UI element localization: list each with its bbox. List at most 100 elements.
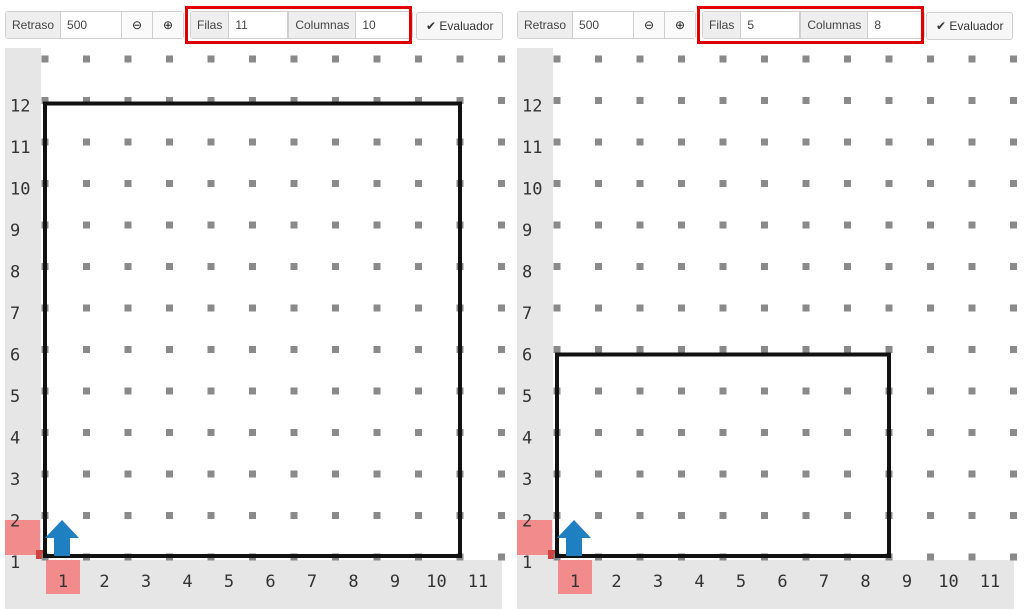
evaluate-button[interactable]: ✔ Evaluador	[416, 12, 504, 40]
grid-dot	[844, 346, 851, 353]
up-arrow-icon	[557, 520, 591, 556]
grid-dot	[166, 138, 173, 146]
plus-circle-icon: ⊕	[675, 18, 686, 32]
x-axis-label: 3	[653, 572, 663, 592]
grid-dot	[595, 387, 602, 395]
grid-dot	[885, 346, 893, 353]
grid-dot	[166, 387, 173, 395]
y-axis-label: 10	[522, 180, 542, 200]
grid-dot	[83, 304, 90, 312]
grid-dot	[166, 263, 173, 270]
grid-dot	[719, 470, 727, 478]
grid-dot	[166, 304, 173, 312]
grid-dot	[249, 138, 256, 146]
grid-dot	[498, 138, 505, 146]
grid-dot	[595, 138, 602, 146]
x-axis-label: 7	[307, 572, 317, 592]
grid-dot	[968, 387, 976, 395]
delay-input[interactable]: 500	[573, 12, 635, 38]
grid-dot	[927, 263, 934, 270]
grid-dot	[802, 429, 810, 436]
grid-dot	[678, 429, 685, 436]
grid-dot	[802, 387, 810, 395]
grid-dot	[249, 512, 256, 519]
grid-dot	[498, 55, 505, 63]
grid-dot	[498, 97, 505, 104]
decrease-delay-button[interactable]: ⊖	[634, 12, 666, 38]
grid-dot	[719, 387, 727, 395]
y-axis-label: 9	[522, 221, 532, 241]
evaluate-button[interactable]: ✔ Evaluador	[926, 12, 1014, 40]
grid-dot	[290, 304, 298, 312]
y-axis-label: 1	[522, 553, 532, 573]
grid-dot	[802, 221, 810, 229]
y-axis-label: 12	[522, 97, 542, 117]
grid-dot	[373, 346, 381, 353]
grid-dot	[415, 429, 422, 436]
grid-dot	[927, 346, 934, 353]
increase-delay-button[interactable]: ⊕	[153, 12, 184, 38]
grid-dot	[373, 470, 381, 478]
grid-dot	[885, 55, 893, 63]
grid-dot	[249, 470, 256, 478]
grid-dot	[927, 180, 934, 187]
y-axis-label: 4	[10, 429, 20, 449]
grid-dot	[968, 263, 976, 270]
grid-dot	[802, 512, 810, 519]
y-axis-label: 12	[10, 97, 30, 117]
grid-dot	[415, 304, 422, 312]
delay-input[interactable]: 500	[61, 12, 123, 38]
grid-dot	[290, 138, 298, 146]
grid-dot	[761, 429, 768, 436]
grid-dot	[553, 304, 561, 312]
world-border	[43, 101, 462, 558]
grid-dot	[885, 180, 893, 187]
increase-delay-button[interactable]: ⊕	[665, 12, 696, 38]
grid-dot	[415, 55, 422, 63]
x-axis-label: 4	[182, 572, 192, 592]
y-axis-label: 3	[10, 470, 20, 490]
grid-dot	[290, 346, 298, 353]
robot-grid[interactable]: 1 2 3 4 5 6 7 8 9 10 11 12 1 2 3 4 5 6 7 8 9 10 11	[512, 48, 1024, 609]
grid-dot	[290, 470, 298, 478]
grid-dot	[249, 429, 256, 436]
y-axis-label: 7	[522, 304, 532, 324]
y-axis-label: 9	[10, 221, 20, 241]
grid-dot	[678, 304, 685, 312]
grid-dot	[498, 512, 505, 519]
grid-dot	[332, 304, 339, 312]
grid-dot	[332, 55, 339, 63]
grid-dot	[719, 512, 727, 519]
grid-dot	[83, 180, 90, 187]
decrease-delay-button[interactable]: ⊖	[122, 12, 154, 38]
grid-dot	[761, 138, 768, 146]
minus-circle-icon: ⊖	[132, 18, 143, 32]
grid-dot	[761, 470, 768, 478]
robot-grid[interactable]: 1 2 3 4 5 6 7 8 9 10 11 12 1 2 3 4 5 6 7 8 9 10 11	[0, 48, 512, 609]
grid-dot	[373, 263, 381, 270]
grid-dot	[166, 55, 173, 63]
grid-dot	[124, 304, 132, 312]
grid-dot	[290, 55, 298, 63]
grid-dot	[844, 470, 851, 478]
grid-dot	[802, 263, 810, 270]
toolbar: Retraso 500 ⊖ ⊕ Filas 5 Columnas 8 ✔ Eva…	[512, 6, 1024, 44]
grid-dot	[844, 304, 851, 312]
grid-dot	[83, 387, 90, 395]
grid-dot	[595, 221, 602, 229]
grid-dot	[332, 221, 339, 229]
grid-dot	[124, 221, 132, 229]
checkmark-icon: ✔	[936, 19, 947, 33]
plus-circle-icon: ⊕	[163, 18, 174, 32]
grid-dot	[968, 55, 976, 63]
grid-dot	[678, 97, 685, 104]
grid-dot	[124, 429, 132, 436]
grid-dot	[595, 470, 602, 478]
x-axis-label: 4	[694, 572, 704, 592]
grid-dot	[595, 512, 602, 519]
grid-dot	[636, 387, 644, 395]
grid-dot	[927, 512, 934, 519]
grid-dot	[290, 180, 298, 187]
y-axis-label: 8	[522, 263, 532, 283]
grid-canvas: 1234567891011121 2 3 4 5 6 7 8 9 10 11	[5, 48, 505, 609]
